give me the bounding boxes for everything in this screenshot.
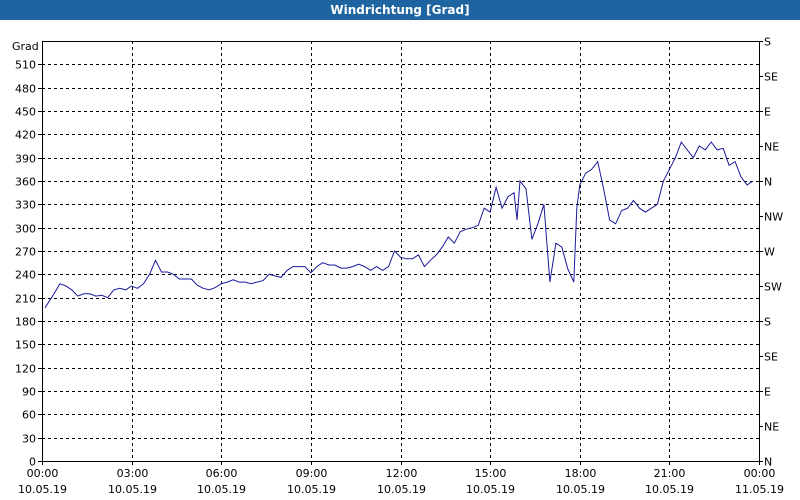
- y2-tick-label: E: [764, 106, 771, 119]
- x-tick-time: 03:00: [117, 467, 149, 480]
- y2-tick-label: SW: [764, 281, 782, 294]
- chart-title-bar: Windrichtung [Grad]: [0, 0, 800, 20]
- x-tick-date: 10.05.19: [377, 483, 426, 496]
- y-tick-label: 120: [15, 363, 36, 376]
- x-tick-date: 10.05.19: [556, 483, 605, 496]
- y-tick-label: 510: [15, 59, 36, 72]
- x-tick-time: 06:00: [206, 467, 238, 480]
- y-tick-label: 60: [22, 409, 36, 422]
- y-tick-label: 150: [15, 339, 36, 352]
- x-tick-time: 12:00: [386, 467, 418, 480]
- y-tick-label: 480: [15, 83, 36, 96]
- x-tick-date: 10.05.19: [287, 483, 336, 496]
- y2-tick-label: E: [764, 386, 771, 399]
- y2-tick-label: S: [764, 316, 771, 329]
- axis-layer: 0306090120150180210240270300330360390420…: [15, 36, 784, 497]
- x-tick-time: 00:00: [27, 467, 59, 480]
- y2-tick-label: W: [764, 246, 775, 259]
- y-axis-label: Grad: [12, 40, 39, 53]
- y-tick-label: 30: [22, 433, 36, 446]
- grid-layer: [42, 41, 759, 461]
- y-tick-label: 90: [22, 386, 36, 399]
- y2-tick-label: NE: [764, 421, 779, 434]
- y-tick-label: 240: [15, 269, 36, 282]
- y2-tick-label: S: [764, 36, 771, 49]
- y-tick-label: 180: [15, 316, 36, 329]
- x-tick-time: 15:00: [475, 467, 507, 480]
- y-tick-label: 420: [15, 129, 36, 142]
- y-tick-label: 300: [15, 223, 36, 236]
- y2-tick-label: NW: [764, 211, 783, 224]
- y2-tick-label: N: [764, 176, 772, 189]
- y2-tick-label: SE: [764, 351, 778, 364]
- x-tick-date: 11.05.19: [735, 483, 784, 496]
- chart-title: Windrichtung [Grad]: [330, 3, 470, 17]
- x-tick-date: 10.05.19: [197, 483, 246, 496]
- y-tick-label: 210: [15, 293, 36, 306]
- y2-tick-label: SE: [764, 71, 778, 84]
- x-tick-date: 10.05.19: [645, 483, 694, 496]
- x-tick-date: 10.05.19: [108, 483, 157, 496]
- y-tick-label: 450: [15, 106, 36, 119]
- x-tick-time: 09:00: [296, 467, 328, 480]
- chart-area: 0306090120150180210240270300330360390420…: [12, 36, 784, 497]
- x-tick-time: 00:00: [744, 467, 776, 480]
- x-tick-date: 10.05.19: [466, 483, 515, 496]
- x-tick-time: 21:00: [654, 467, 686, 480]
- y-tick-label: 270: [15, 246, 36, 259]
- y2-tick-label: NE: [764, 141, 779, 154]
- series-line: [44, 141, 754, 309]
- y-tick-label: 360: [15, 176, 36, 189]
- y-tick-label: 390: [15, 153, 36, 166]
- x-tick-date: 10.05.19: [18, 483, 67, 496]
- x-tick-time: 18:00: [565, 467, 597, 480]
- y-tick-label: 330: [15, 199, 36, 212]
